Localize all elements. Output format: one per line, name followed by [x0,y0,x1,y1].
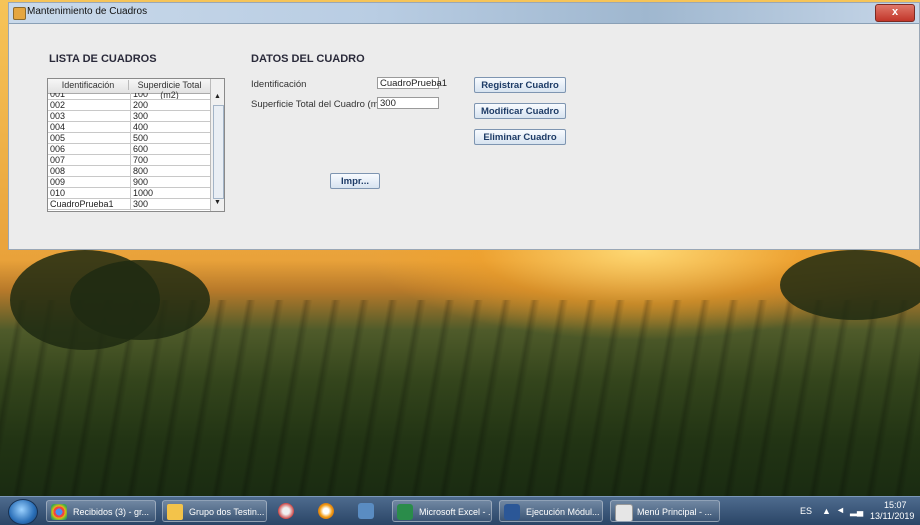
cell-area: 700 [130,155,210,165]
cell-area: 800 [130,166,210,176]
table-row[interactable]: 008 800 [48,166,210,177]
scroll-thumb[interactable] [213,105,224,199]
cell-id: 009 [50,177,66,187]
identificacion-field[interactable]: CuadroPrueba1 [377,77,447,89]
start-button[interactable] [8,499,38,525]
cell-id: 010 [50,188,66,198]
cell-area: 900 [130,177,210,187]
taskbar-item-label: Recibidos (3) - gr... [73,507,150,517]
tool-icon [278,503,294,519]
taskbar-item-label: Menú Principal - ... [637,507,713,517]
cell-id: CuadroPrueba1 [50,199,114,209]
table-row[interactable]: 001 100 [48,93,210,100]
superficie-field[interactable]: 300 [377,97,439,109]
cell-id: 003 [50,111,66,121]
cell-area: 1000 [130,188,210,198]
language-indicator[interactable]: ES [800,506,812,516]
title-bar[interactable]: Mantenimiento de Cuadros x [9,3,919,24]
taskbar-item-folder[interactable]: Grupo dos Testin... [162,500,267,522]
clock-time[interactable]: 15:07 [884,500,907,510]
cell-id: 007 [50,155,66,165]
cell-area: 300 [130,111,210,121]
scroll-down-arrow-icon[interactable]: ▼ [212,199,223,209]
excel-icon [397,504,413,520]
clock-date[interactable]: 13/11/2019 [870,511,914,521]
column-header-identificacion[interactable]: Identificación [48,80,129,90]
cell-id: 005 [50,133,66,143]
imprimir-button[interactable]: Impr... [330,173,380,189]
registrar-cuadro-button[interactable]: Registrar Cuadro [474,77,566,93]
app-icon [13,7,26,20]
pinned-app-2[interactable] [312,500,340,522]
taskbar-item-excel[interactable]: Microsoft Excel - ... [392,500,492,522]
word-icon [504,504,520,520]
superficie-label: Superficie Total del Cuadro (m2) [251,99,388,110]
tray-arrow-icon[interactable]: ▲ [822,506,831,516]
window-title: Mantenimiento de Cuadros [27,6,148,17]
table-row[interactable]: 003 300 [48,111,210,122]
folder-icon [167,504,183,520]
cell-area: 500 [130,133,210,143]
eliminar-cuadro-button[interactable]: Eliminar Cuadro [474,129,566,145]
table-row[interactable]: 006 600 [48,144,210,155]
java-icon [615,504,633,521]
signal-icon[interactable]: ▂▄ [850,506,863,517]
table-row[interactable]: 002 200 [48,100,210,111]
cell-area: 200 [130,100,210,110]
cuadros-table[interactable]: Identificación Superdicie Total (m2) 001… [47,78,225,212]
tree-right [780,250,920,320]
taskbar-item-java[interactable]: Menú Principal - ... [610,500,720,522]
cell-area: 400 [130,122,210,132]
cell-area: 100 [130,93,210,99]
media-icon [318,503,334,519]
taskbar-item-word[interactable]: Ejecución Módul... [499,500,603,522]
cell-id: 004 [50,122,66,132]
app-window: Mantenimiento de Cuadros x LISTA DE CUAD… [8,2,920,250]
scroll-up-arrow-icon[interactable]: ▲ [212,93,223,103]
sql-icon [358,503,374,519]
table-row[interactable]: 007 700 [48,155,210,166]
modificar-cuadro-button[interactable]: Modificar Cuadro [474,103,566,119]
volume-icon[interactable]: ◄ [836,505,845,515]
table-row[interactable]: CuadroPrueba1 300 [48,199,210,210]
table-scrollbar[interactable]: ▲ ▼ [210,79,224,211]
table-row[interactable]: 005 500 [48,133,210,144]
table-row[interactable]: 010 1000 [48,188,210,199]
details-heading: DATOS DEL CUADRO [251,53,365,65]
cell-id: 002 [50,100,66,110]
cell-id: 008 [50,166,66,176]
identificacion-label: Identificación [251,79,307,90]
cell-area: 300 [130,199,210,209]
taskbar-item-chrome[interactable]: Recibidos (3) - gr... [46,500,156,522]
cell-area: 600 [130,144,210,154]
chrome-icon [51,504,67,520]
cell-id: 001 [50,93,66,99]
pinned-app-3[interactable] [352,500,380,522]
list-heading: LISTA DE CUADROS [49,53,157,65]
taskbar: Recibidos (3) - gr... Grupo dos Testin..… [0,496,920,525]
tree-left-2 [70,260,210,340]
taskbar-item-label: Microsoft Excel - ... [419,507,492,517]
taskbar-item-label: Grupo dos Testin... [189,507,265,517]
pinned-app-1[interactable] [272,500,300,522]
table-body: 001 100 002 200 003 300 004 400 005 500 006 60… [48,93,210,211]
table-header: Identificación Superdicie Total (m2) [48,79,210,100]
table-row[interactable]: 004 400 [48,122,210,133]
taskbar-item-label: Ejecución Módul... [526,507,600,517]
cell-id: 006 [50,144,66,154]
close-button[interactable]: x [875,4,915,22]
table-row[interactable]: 009 900 [48,177,210,188]
